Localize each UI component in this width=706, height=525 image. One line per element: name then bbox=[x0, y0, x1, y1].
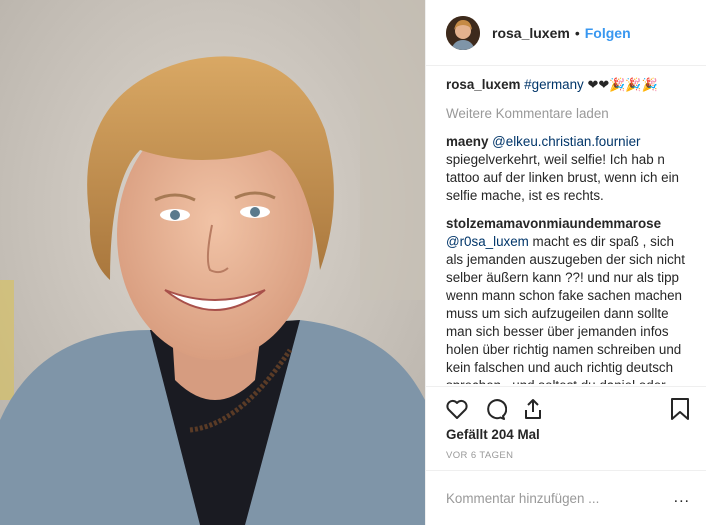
comment-item: stolzemamavonmiaundemmarose @r0sa_luxem … bbox=[446, 215, 688, 384]
like-heart-icon[interactable] bbox=[444, 396, 470, 422]
user-avatar[interactable] bbox=[446, 15, 480, 50]
separator-dot: • bbox=[574, 24, 580, 41]
comment-item: maeny @elkeu.christian.fournier spiegelv… bbox=[446, 133, 688, 205]
comment-mention[interactable]: @r0sa_luxem bbox=[446, 234, 529, 249]
comment-mention[interactable]: @elkeu.christian.fournier bbox=[492, 134, 640, 149]
portrait-image bbox=[0, 0, 425, 525]
post-header: rosa_luxem • Folgen bbox=[426, 0, 706, 66]
comment-input[interactable] bbox=[446, 490, 656, 506]
comment-username[interactable]: maeny bbox=[446, 134, 488, 149]
action-bar bbox=[426, 386, 706, 430]
caption-hashtag[interactable]: #germany bbox=[524, 77, 584, 92]
post-photo[interactable] bbox=[0, 0, 425, 525]
caption: rosa_luxem #germany ❤❤🎉🎉🎉 bbox=[446, 76, 688, 95]
caption-username[interactable]: rosa_luxem bbox=[446, 77, 520, 92]
caption-emoji: ❤❤🎉🎉🎉 bbox=[587, 78, 658, 93]
comment-username[interactable]: stolzemamavonmiaundemmarose bbox=[446, 216, 661, 231]
more-options-icon[interactable]: ... bbox=[674, 489, 690, 507]
bookmark-icon[interactable] bbox=[670, 397, 692, 423]
header-username[interactable]: rosa_luxem bbox=[492, 25, 570, 41]
follow-button[interactable]: Folgen bbox=[585, 25, 631, 41]
share-icon[interactable] bbox=[520, 396, 546, 422]
comment-text: macht es dir spaß , sich als jemanden au… bbox=[446, 234, 685, 384]
likes-count[interactable]: Gefällt 204 Mal bbox=[446, 427, 540, 442]
add-comment-bar: ... bbox=[426, 470, 706, 525]
post-timestamp[interactable]: VOR 6 TAGEN bbox=[446, 450, 513, 461]
comment-bubble-icon[interactable] bbox=[482, 396, 508, 422]
comments-list[interactable]: rosa_luxem #germany ❤❤🎉🎉🎉 Weitere Kommen… bbox=[426, 66, 706, 384]
load-more-comments-button[interactable]: Weitere Kommentare laden bbox=[446, 105, 688, 123]
comment-text: spiegelverkehrt, weil selfie! Ich hab n … bbox=[446, 152, 679, 203]
post-details-panel: rosa_luxem • Folgen rosa_luxem #germany … bbox=[425, 0, 706, 525]
